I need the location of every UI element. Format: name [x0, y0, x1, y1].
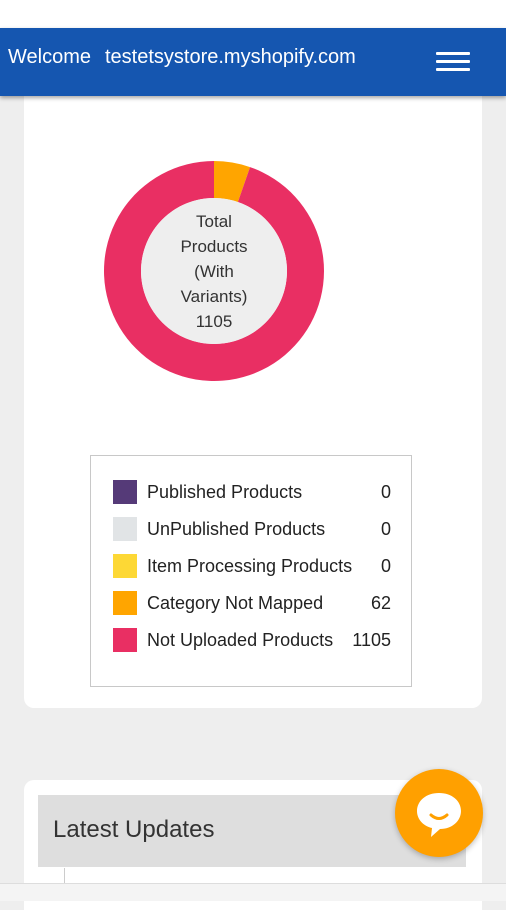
center-label-line: Total: [196, 212, 232, 231]
legend-swatch: [113, 628, 137, 652]
welcome-label: Welcome: [8, 46, 91, 68]
legend-label: UnPublished Products: [147, 519, 326, 539]
legend-swatch: [113, 480, 137, 504]
center-label-line: Products: [180, 237, 248, 256]
legend-value: 0: [380, 556, 391, 576]
legend-value: 0: [380, 482, 391, 502]
hamburger-menu-icon[interactable]: [436, 49, 470, 75]
chat-bubble-icon[interactable]: [395, 769, 483, 857]
legend-value: 0: [380, 519, 391, 539]
chart-legend: Published Products 0 UnPublished Product…: [90, 455, 412, 687]
latest-updates-title: Latest Updates: [53, 816, 215, 843]
legend-label: Item Processing Products: [147, 556, 353, 576]
chat-bubble-glyph: [417, 793, 461, 837]
legend-swatch: [113, 517, 137, 541]
center-label-line: Variants): [180, 287, 248, 306]
center-label-line: (With: [194, 262, 234, 281]
donut-center-label: Total Products (With Variants) 1105: [144, 209, 284, 334]
legend-swatch: [113, 554, 137, 578]
legend-item-published[interactable]: Published Products 0: [113, 480, 391, 504]
center-label-total: 1105: [195, 312, 233, 331]
legend-label: Not Uploaded Products: [147, 630, 334, 650]
legend-item-unpublished[interactable]: UnPublished Products 0: [113, 517, 391, 541]
legend-value: 1105: [352, 630, 391, 650]
status-bar: [0, 0, 506, 28]
legend-swatch: [113, 591, 137, 615]
app-header: Welcome testetsystore.myshopify.com: [0, 28, 506, 96]
legend-item-category-not-mapped[interactable]: Category Not Mapped 62: [113, 591, 391, 615]
legend-item-processing[interactable]: Item Processing Products 0: [113, 554, 391, 578]
legend-label: Published Products: [147, 482, 303, 502]
bottom-edge: [0, 883, 506, 901]
legend-label: Category Not Mapped: [147, 593, 324, 613]
legend-item-not-uploaded[interactable]: Not Uploaded Products 1105: [113, 628, 391, 652]
legend-value: 62: [370, 593, 391, 613]
store-name: testetsystore.myshopify.com: [105, 46, 356, 68]
